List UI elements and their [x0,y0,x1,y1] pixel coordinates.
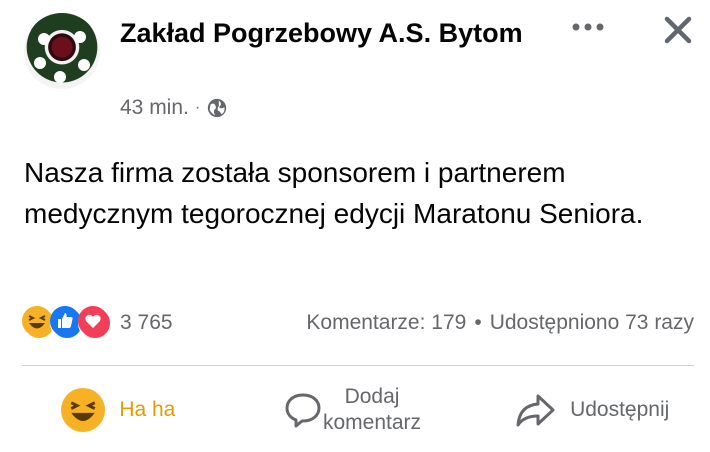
comment-label: Dodaj komentarz [322,385,422,434]
page-avatar[interactable] [24,13,100,89]
comment-button[interactable]: Dodaj komentarz [237,368,474,452]
post-meta: 43 min. · [120,96,228,120]
page-name-link[interactable]: Zakład Pogrzebowy A.S. Bytom [120,16,550,50]
share-icon [516,394,555,427]
love-icon [78,306,112,340]
comments-count[interactable]: Komentarze: 179 [306,311,466,335]
close-icon [664,16,692,44]
share-button[interactable]: Udostępnij [473,368,710,452]
stats-separator: • [474,311,482,334]
meta-separator: · [194,99,201,116]
globe-icon[interactable] [206,97,228,119]
close-button[interactable] [658,10,698,50]
engagement-stats: Komentarze: 179 • Udostępniono 73 razy [306,311,694,335]
action-bar: Ha ha Dodaj komentarz Udostępnij [0,368,710,452]
more-dots-icon [572,23,604,31]
reaction-count[interactable]: 3 765 [120,311,173,335]
post-text: Nasza firma została sponsorem i partnere… [24,157,644,229]
haha-icon [61,388,106,432]
shares-count[interactable]: Udostępniono 73 razy [490,311,694,335]
reaction-icons[interactable] [22,306,112,340]
reactions-row: 3 765 Komentarze: 179 • Udostępniono 73 … [22,303,702,343]
haha-reaction-button[interactable]: Ha ha [0,368,237,452]
haha-label: Ha ha [119,398,176,421]
divider [22,365,694,366]
more-options-button[interactable] [566,12,610,42]
post-time[interactable]: 43 min. [120,96,189,120]
share-label: Udostępnij [570,398,670,421]
